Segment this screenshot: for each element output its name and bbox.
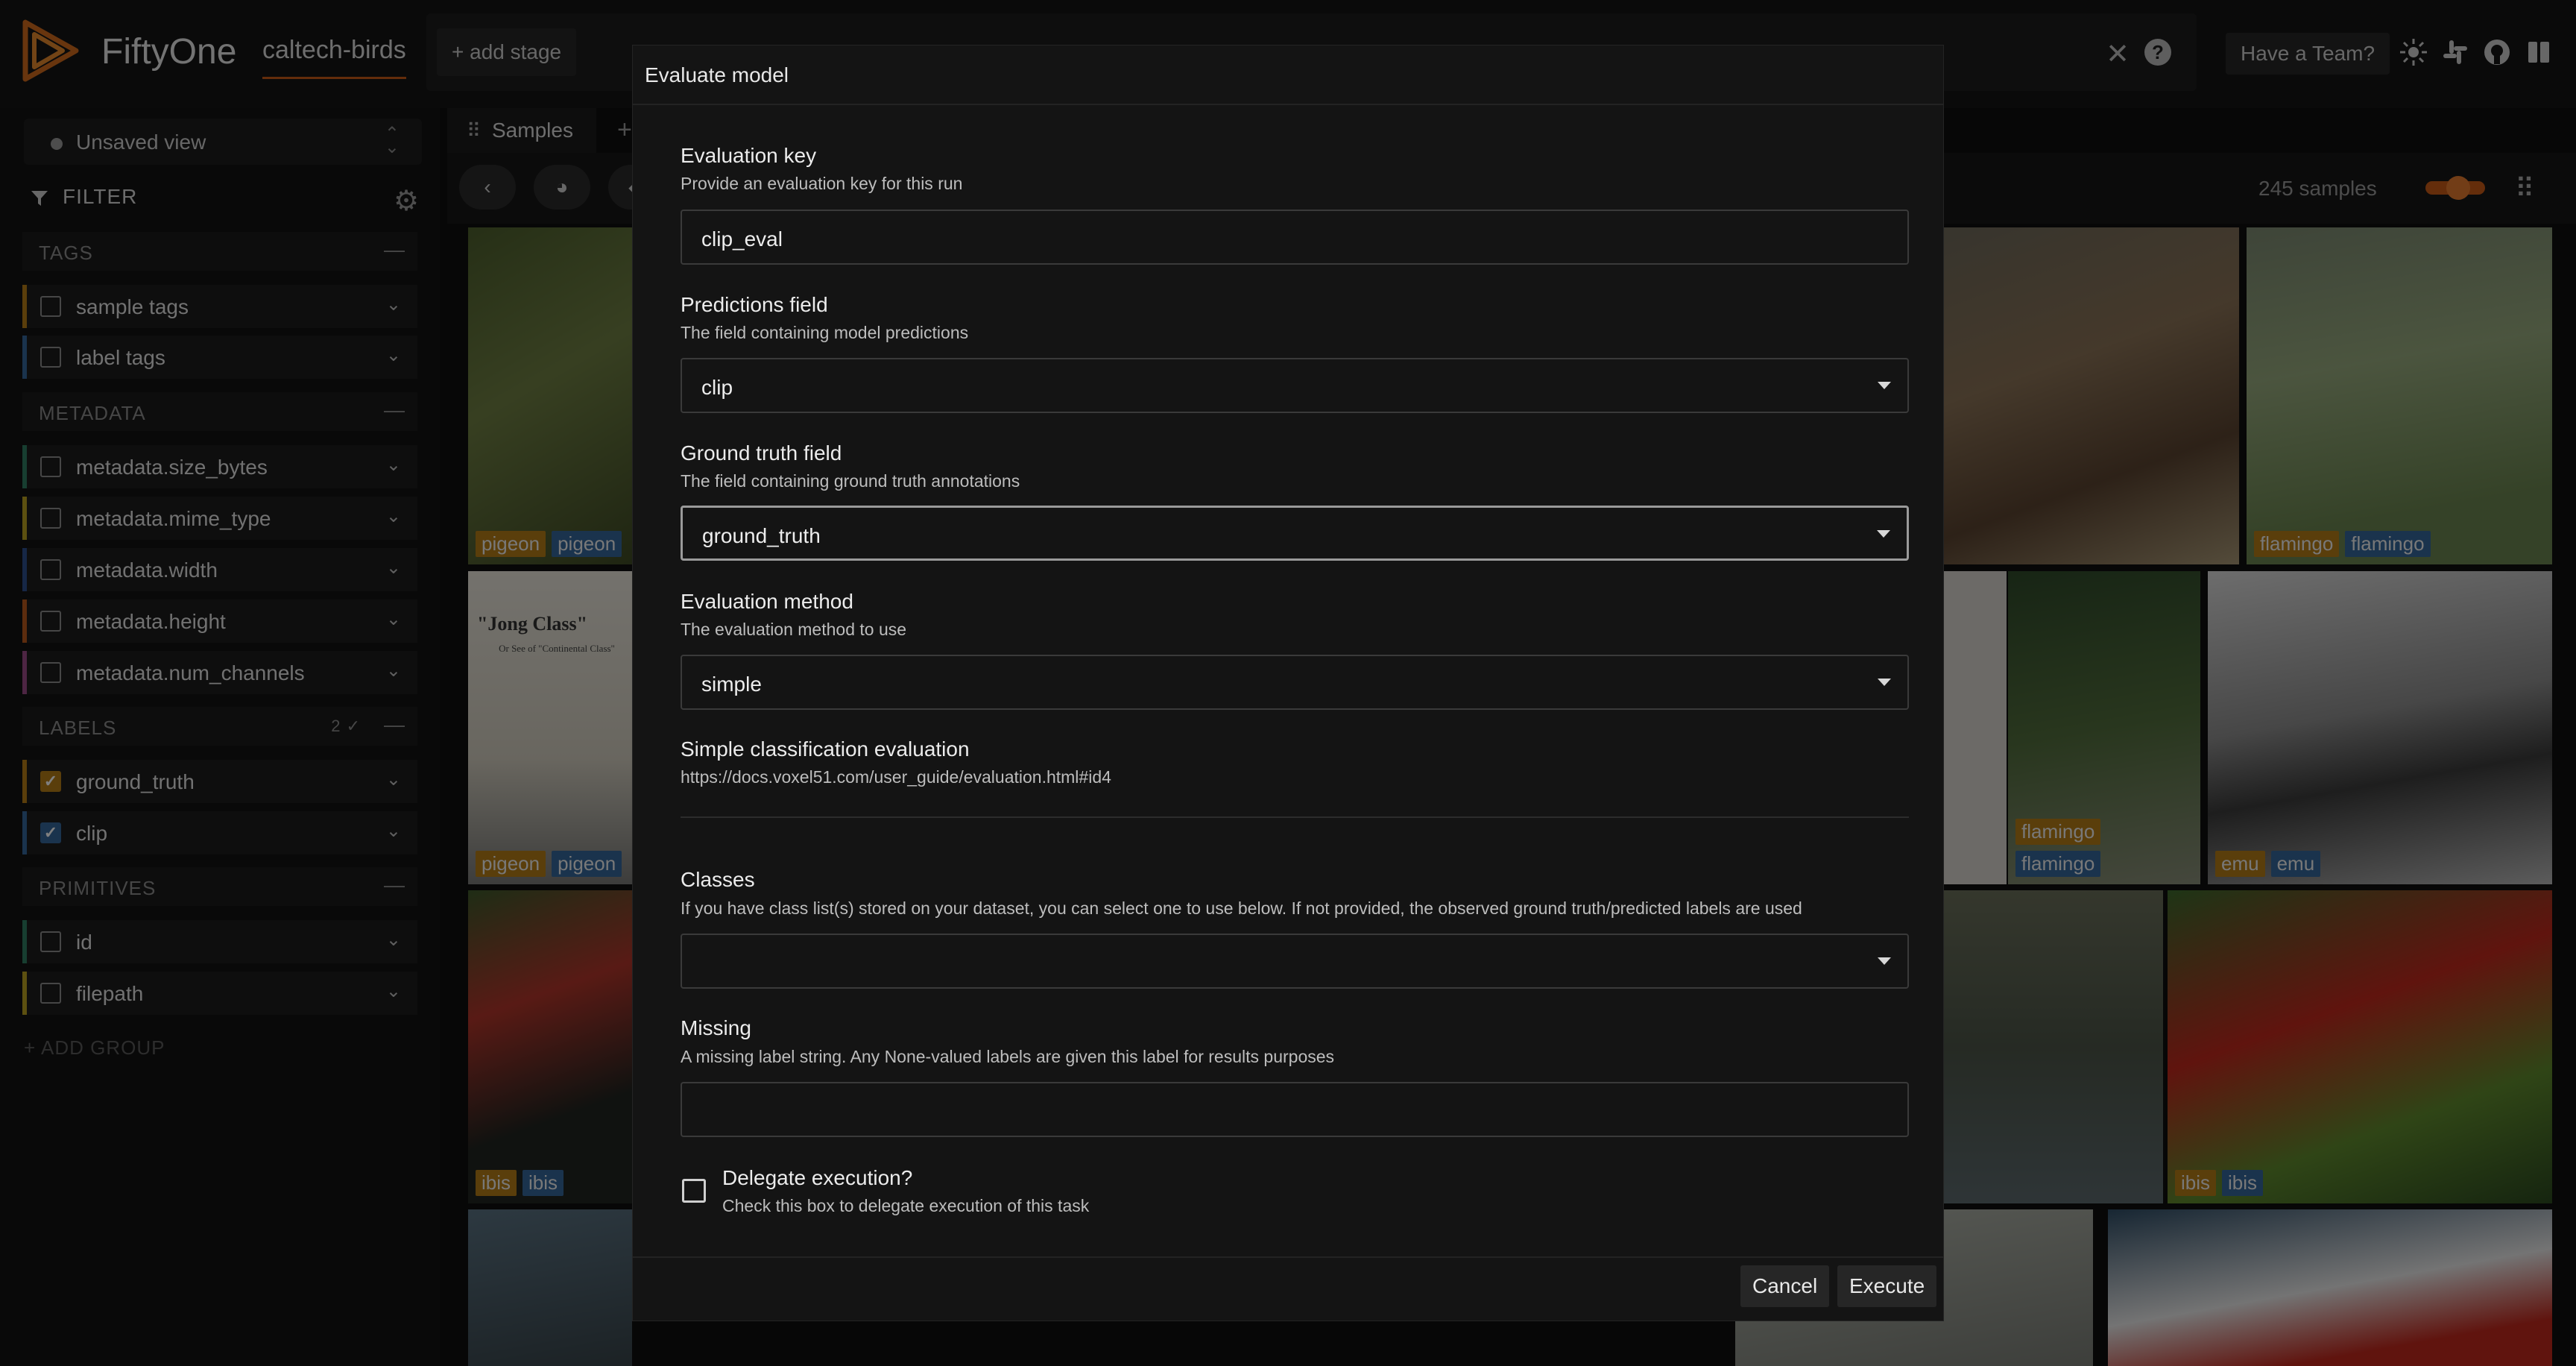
classes-label: Classes (681, 868, 755, 891)
eval-key-label: Evaluation key (681, 144, 817, 167)
delegate-checkbox[interactable] (682, 1179, 706, 1203)
delegate-label[interactable]: Delegate execution? (722, 1166, 912, 1190)
pred-field-label: Predictions field (681, 293, 828, 316)
evaluate-model-dialog: Evaluate model Evaluation key Provide an… (632, 45, 1944, 1321)
cancel-button[interactable]: Cancel (1740, 1265, 1830, 1307)
classes-desc: If you have class list(s) stored on your… (681, 898, 1802, 918)
method-select[interactable]: simple (681, 655, 1909, 710)
execute-button[interactable]: Execute (1837, 1265, 1937, 1307)
simple-eval-label: Simple classification evaluation (681, 737, 970, 761)
simple-eval-link[interactable]: https://docs.voxel51.com/user_guide/eval… (681, 767, 1111, 787)
divider (681, 816, 1909, 818)
pred-field-select[interactable]: clip (681, 358, 1909, 413)
missing-desc: A missing label string. Any None-valued … (681, 1047, 1335, 1066)
dropdown-caret-icon (1877, 530, 1890, 538)
delegate-desc: Check this box to delegate execution of … (722, 1196, 1090, 1215)
dropdown-caret-icon (1878, 679, 1891, 686)
eval-key-value: clip_eval (701, 227, 783, 251)
divider (633, 1256, 1943, 1258)
gt-field-value: ground_truth (702, 524, 821, 547)
method-desc: The evaluation method to use (681, 620, 907, 639)
method-value: simple (701, 673, 762, 696)
classes-select[interactable] (681, 934, 1909, 989)
dropdown-caret-icon (1878, 957, 1891, 965)
pred-field-value: clip (701, 376, 733, 399)
dialog-title: Evaluate model (645, 63, 789, 86)
gt-field-select[interactable]: ground_truth (681, 506, 1909, 561)
pred-field-desc: The field containing model predictions (681, 323, 969, 342)
eval-key-desc: Provide an evaluation key for this run (681, 174, 963, 193)
dropdown-caret-icon (1878, 382, 1891, 389)
gt-field-label: Ground truth field (681, 441, 842, 465)
divider (633, 104, 1943, 105)
gt-field-desc: The field containing ground truth annota… (681, 471, 1020, 491)
method-label: Evaluation method (681, 590, 853, 613)
missing-label: Missing (681, 1016, 751, 1039)
missing-input[interactable] (681, 1082, 1909, 1137)
eval-key-input[interactable]: clip_eval (681, 210, 1909, 265)
